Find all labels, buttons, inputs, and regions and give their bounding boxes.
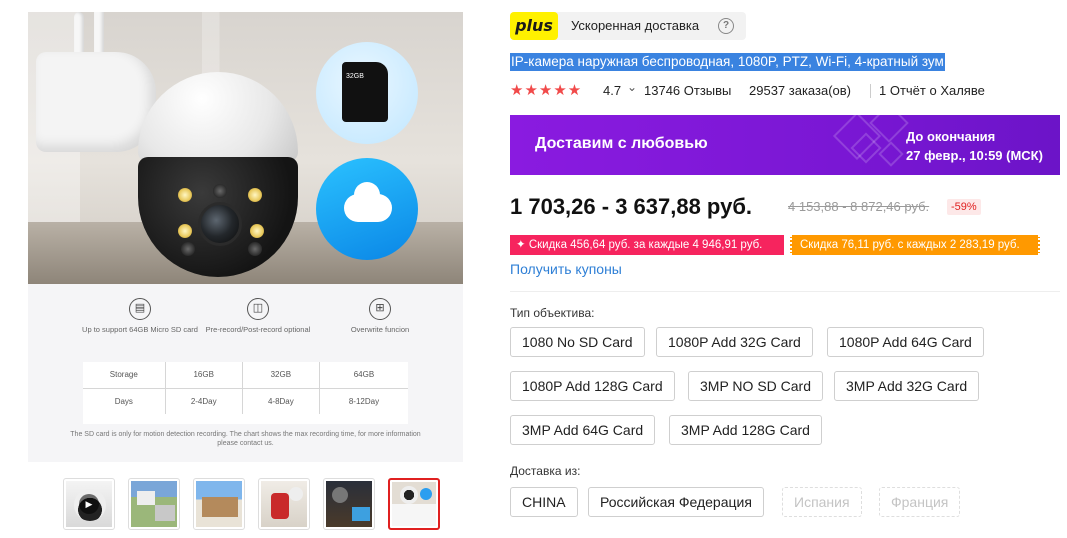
- current-price: 1 703,26 - 3 637,88 руб.: [510, 194, 753, 219]
- ship-from-china[interactable]: CHINA: [510, 487, 578, 517]
- discount-badge: -59%: [947, 199, 981, 215]
- feature-pre-record: ◫ Pre-record/Post-record optional: [198, 298, 318, 334]
- ship-from-russia[interactable]: Российская Федерация: [588, 487, 764, 517]
- table-cell: Storage: [83, 362, 166, 389]
- camera-lens: [198, 202, 242, 246]
- feature-label: Up to support 64GB Micro SD card: [82, 325, 198, 334]
- fast-delivery-text: Ускоренная доставка: [571, 18, 700, 33]
- sd-card-bubble: 32GB: [316, 42, 418, 144]
- storage-note: The SD card is only for motion detection…: [70, 431, 421, 448]
- help-icon[interactable]: ?: [718, 18, 734, 34]
- fast-delivery-badge[interactable]: plus Ускоренная доставка ?: [510, 12, 746, 40]
- lens-option[interactable]: 3MP Add 128G Card: [669, 415, 822, 445]
- chevron-down-icon[interactable]: ⌄: [627, 80, 637, 94]
- product-title: IP-камера наружная беспроводная, 1080P, …: [510, 53, 945, 71]
- thumbnail-6-active[interactable]: [388, 478, 440, 530]
- ship-from-france: Франция: [879, 487, 961, 517]
- lens-option[interactable]: 3MP Add 64G Card: [510, 415, 656, 445]
- lens-option[interactable]: 1080P Add 64G Card: [827, 327, 984, 357]
- feature-sd-support: ▤ Up to support 64GB Micro SD card: [80, 298, 200, 334]
- thumbnail-5[interactable]: [323, 478, 375, 530]
- led-light: [248, 188, 262, 202]
- main-product-image[interactable]: 32GB: [28, 12, 463, 284]
- feature-label: Overwrite funcion: [350, 325, 410, 334]
- lens-option[interactable]: 3MP NO SD Card: [688, 371, 823, 401]
- sd-card-icon: ▤: [129, 298, 151, 320]
- lens-option[interactable]: 1080 No SD Card: [510, 327, 645, 357]
- promo-title: Доставим с любовью: [535, 135, 708, 152]
- lens-type-label: Тип объектива:: [510, 306, 595, 320]
- lens-option[interactable]: 1080P Add 128G Card: [510, 371, 675, 401]
- coupon-badge-store[interactable]: ✦ Скидка 456,64 руб. за каждые 4 946,91 …: [510, 235, 784, 255]
- ir-light: [248, 242, 262, 256]
- coupon-badge-select[interactable]: Скидка 76,11 руб. с каждых 2 283,19 руб.: [790, 235, 1040, 255]
- orders-count: 29537 заказа(ов): [749, 83, 851, 98]
- table-cell: 4-8Day: [242, 388, 320, 414]
- product-gallery[interactable]: 32GB ▤ Up to support 64GB Micro SD card …: [28, 12, 463, 462]
- sd-card-icon: 32GB: [342, 62, 388, 122]
- rating-value[interactable]: 4.7: [603, 83, 621, 98]
- lens-option[interactable]: 1080P Add 32G Card: [656, 327, 813, 357]
- led-light: [178, 224, 192, 238]
- promo-banner[interactable]: Доставим с любовью До окончания 27 февр.…: [510, 115, 1060, 175]
- led-light: [250, 224, 264, 238]
- play-icon: ▶: [79, 494, 99, 514]
- lens-option[interactable]: 3MP Add 32G Card: [834, 371, 980, 401]
- camera-record-icon: ◫: [247, 298, 269, 320]
- reviews-count[interactable]: 13746 Отзывы: [644, 83, 731, 98]
- promo-until-date: 27 февр., 10:59 (МСК): [906, 148, 1043, 163]
- storage-header-row: Storage 16GB 32GB 64GB: [83, 362, 408, 389]
- overwrite-icon: ⊞: [369, 298, 391, 320]
- table-cell: 64GB: [319, 362, 408, 389]
- ir-light: [181, 242, 195, 256]
- thumbnail-2[interactable]: [128, 478, 180, 530]
- storage-table: Storage 16GB 32GB 64GB Days 2-4Day 4-8Da…: [83, 362, 408, 424]
- divider: [870, 84, 871, 98]
- reports-link[interactable]: 1 Отчёт о Халяве: [879, 83, 985, 98]
- features-panel: ▤ Up to support 64GB Micro SD card ◫ Pre…: [28, 284, 463, 462]
- feature-overwrite: ⊞ Overwrite funcion: [320, 298, 440, 334]
- promo-until-label: До окончания: [906, 129, 996, 144]
- led-light: [178, 188, 192, 202]
- sd-card-capacity: 32GB: [346, 73, 364, 80]
- thumbnail-1[interactable]: ▶: [63, 478, 115, 530]
- table-cell: 16GB: [165, 362, 243, 389]
- plus-logo: plus: [510, 12, 558, 40]
- ship-from-spain: Испания: [782, 487, 862, 517]
- storage-days-row: Days 2-4Day 4-8Day 8-12Day: [83, 388, 408, 414]
- table-cell: 8-12Day: [348, 396, 380, 406]
- star-rating-icon: ★★★★★: [510, 82, 583, 99]
- table-cell: 32GB: [242, 362, 320, 389]
- section-divider: [510, 291, 1060, 292]
- thumbnail-3[interactable]: [193, 478, 245, 530]
- ir-light: [213, 184, 227, 198]
- decor-shape: [878, 141, 904, 167]
- get-coupons-link[interactable]: Получить купоны: [510, 261, 622, 277]
- camera-mount: [36, 52, 156, 152]
- table-cell: Days: [83, 388, 166, 414]
- table-cell: 2-4Day: [165, 388, 243, 414]
- cloud-icon: [344, 182, 392, 222]
- promo-countdown: До окончания 27 февр., 10:59 (МСК): [906, 127, 1043, 165]
- old-price: 4 153,88 - 8 872,46 руб.: [788, 199, 930, 214]
- feature-label: Pre-record/Post-record optional: [205, 325, 311, 334]
- thumbnail-4[interactable]: [258, 478, 310, 530]
- ship-from-label: Доставка из:: [510, 464, 581, 478]
- cloud-bubble: [316, 158, 418, 260]
